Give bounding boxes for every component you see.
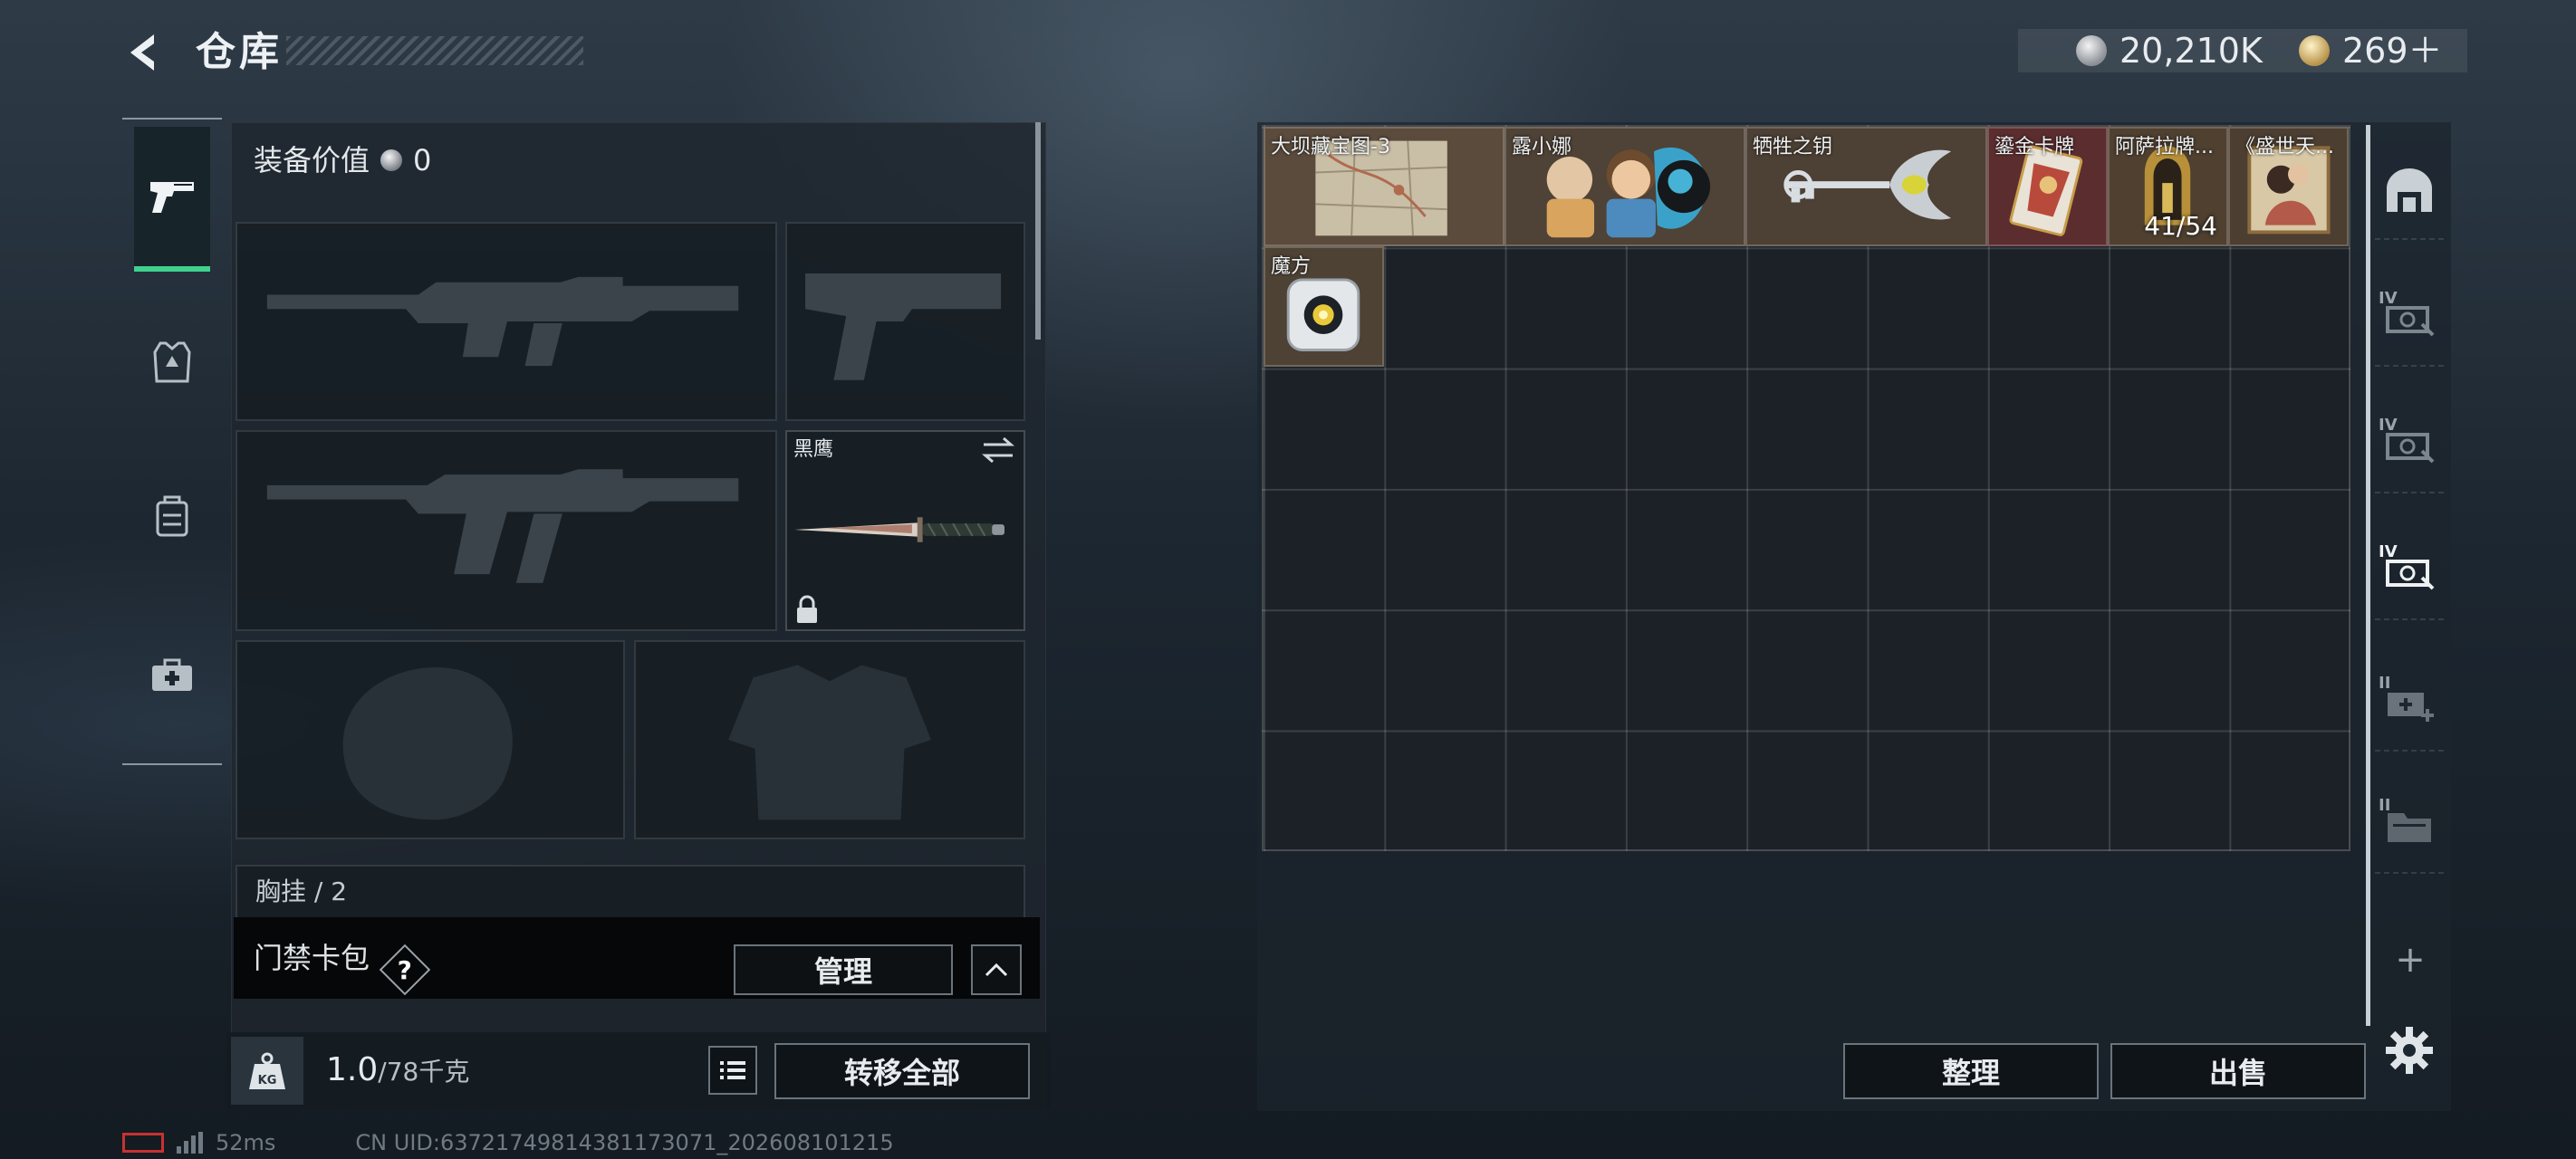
chest-rig-label: 胸挂 / 2: [255, 876, 348, 906]
list-icon: [720, 1061, 745, 1079]
weight-icon: KG: [231, 1037, 303, 1105]
storage-item-asala-plaque[interactable]: 阿萨拉牌... 41/54: [2108, 127, 2228, 246]
storage-tab-iv-3[interactable]: IV: [2375, 521, 2444, 620]
equipment-value-label: 装备价值: [254, 143, 370, 177]
gold-amount[interactable]: 269＋: [2342, 29, 2443, 72]
silver-amount[interactable]: 20,210K: [2119, 29, 2263, 72]
storage-item-treasure-map[interactable]: 大坝藏宝图-3: [1264, 127, 1504, 246]
melee-name: 黑鹰: [793, 438, 834, 461]
storage-tab-home[interactable]: [2375, 140, 2444, 240]
item-count: 41/54: [2144, 211, 2217, 241]
carry-weight-max: /78千克: [378, 1057, 470, 1087]
gear-icon: [2386, 1027, 2433, 1074]
sidearm-slot[interactable]: [785, 222, 1025, 421]
storage-item-cube[interactable]: 魔方: [1264, 246, 1384, 367]
title-decoration: [286, 36, 583, 65]
armor-vest-icon: [153, 341, 191, 383]
storage-tab-ii[interactable]: II: [2375, 774, 2444, 874]
help-icon[interactable]: ?: [379, 943, 431, 996]
swap-icon[interactable]: [980, 435, 1016, 465]
equipment-scrollbar[interactable]: [1035, 122, 1041, 340]
svg-text:KG: KG: [258, 1074, 277, 1087]
armor-silhouette-icon: [728, 665, 931, 820]
status-line: 52ms CN UID:63721749814381173071_2026081…: [122, 1130, 894, 1155]
storage-arch-icon: [2387, 168, 2432, 212]
ping: 52ms: [216, 1130, 276, 1155]
manage-button[interactable]: 管理: [734, 944, 953, 995]
sort-button[interactable]: 整理: [1843, 1043, 2099, 1099]
back-arrow-icon: [130, 34, 154, 71]
rifle-silhouette-icon: [266, 276, 739, 367]
silver-coin-icon: [380, 149, 403, 171]
tab-weapons[interactable]: [134, 127, 210, 272]
medkit-icon: [152, 658, 192, 691]
page-title: 仓库: [196, 29, 283, 75]
storage-tab-ii-plus[interactable]: II: [2375, 652, 2444, 752]
storage-item-sacrifice-key[interactable]: 牺牲之钥: [1745, 127, 1987, 246]
storage-tab-iv-2[interactable]: IV: [2375, 394, 2444, 493]
secondary-weapon-slot[interactable]: [235, 430, 777, 631]
chevron-up-icon: [985, 963, 1008, 977]
gold-coin-icon: [2299, 35, 2330, 66]
add-storage-tab-button[interactable]: +: [2388, 937, 2433, 982]
tab-medkit[interactable]: [134, 602, 210, 747]
list-view-button[interactable]: [708, 1046, 757, 1095]
helmet-slot[interactable]: [235, 640, 625, 839]
storage-item-painting[interactable]: 《盛世天...: [2228, 127, 2349, 246]
tab-armor[interactable]: [134, 290, 210, 435]
body-armor-slot[interactable]: [634, 640, 1025, 839]
primary-weapon-slot[interactable]: [235, 222, 777, 421]
equipment-value-amount: 0: [413, 143, 432, 177]
storage-tab-iv-1[interactable]: IV: [2375, 267, 2444, 367]
silver-coin-icon: [2076, 35, 2107, 66]
back-button[interactable]: [118, 25, 172, 80]
settings-button[interactable]: [2382, 1023, 2437, 1078]
storage-item-gilded-card[interactable]: 鎏金卡牌: [1987, 127, 2108, 246]
carry-weight: 1.0/78千克: [326, 1043, 469, 1099]
storage-item-luna-doll[interactable]: 露小娜: [1504, 127, 1745, 246]
storage-tab-rail: [2366, 125, 2370, 1026]
collapse-button[interactable]: [971, 944, 1022, 995]
rifle-silhouette-icon: [266, 469, 739, 583]
chest-rig-slot[interactable]: [235, 865, 1025, 919]
backpack-icon: [156, 495, 188, 537]
carry-weight-current: 1.0: [326, 1051, 379, 1088]
uid-text: CN UID:63721749814381173071_202608101215: [355, 1130, 894, 1155]
lock-icon: [793, 594, 821, 625]
helmet-silhouette-icon: [342, 666, 513, 820]
access-card-pack-label: 门禁卡包: [254, 941, 370, 975]
battery-icon: [122, 1133, 164, 1153]
pistol-icon: [150, 182, 194, 213]
sell-button[interactable]: 出售: [2110, 1043, 2366, 1099]
transfer-all-button[interactable]: 转移全部: [774, 1043, 1030, 1099]
equipment-value: 装备价值 0: [254, 136, 431, 185]
pistol-silhouette-icon: [805, 273, 1002, 380]
tab-backpack[interactable]: [134, 444, 210, 589]
signal-icon: [177, 1132, 203, 1154]
